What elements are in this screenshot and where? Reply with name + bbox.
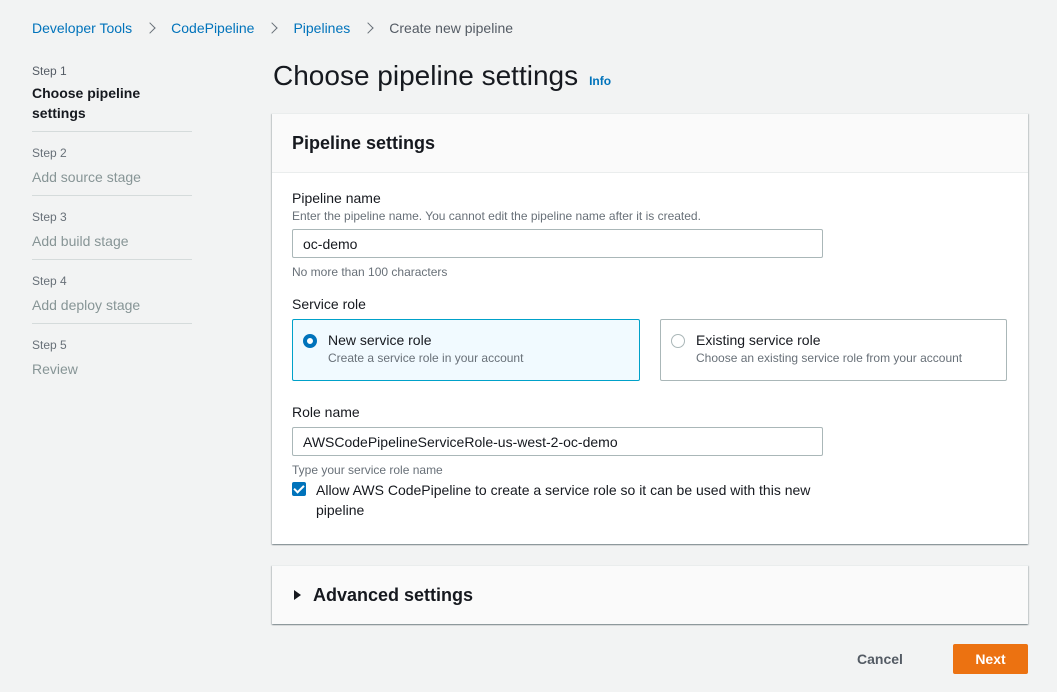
pipeline-settings-panel: Pipeline settings Pipeline name Enter th… (272, 113, 1028, 544)
allow-service-role-row: Allow AWS CodePipeline to create a servi… (292, 480, 1008, 520)
chevron-right-icon (144, 22, 156, 34)
breadcrumb-pipelines[interactable]: Pipelines (293, 20, 350, 36)
step-number: Step 4 (32, 274, 67, 288)
option-description: Choose an existing service role from you… (696, 351, 963, 365)
option-title: New service role (328, 332, 432, 348)
panel-title: Pipeline settings (292, 132, 436, 153)
step-3: Step 3 Add build stage (32, 209, 192, 260)
step-number: Step 2 (32, 146, 67, 160)
step-label: Add deploy stage (32, 297, 141, 313)
page-title: Choose pipeline settings (273, 60, 579, 91)
info-link[interactable]: Info (589, 74, 611, 88)
option-description: Create a service role in your account (328, 351, 524, 365)
cancel-button[interactable]: Cancel (838, 644, 922, 674)
panel-body: Pipeline name Enter the pipeline name. Y… (272, 173, 1028, 536)
service-role-label: Service role (292, 296, 366, 312)
step-number: Step 1 (32, 64, 67, 78)
role-name-input[interactable]: AWSCodePipelineServiceRole-us-west-2-oc-… (292, 427, 823, 456)
allow-service-role-checkbox[interactable] (292, 482, 306, 496)
checkbox-label: Allow AWS CodePipeline to create a servi… (316, 482, 811, 518)
role-name-label: Role name (292, 404, 360, 420)
breadcrumb-developer-tools[interactable]: Developer Tools (32, 20, 132, 36)
existing-service-role-option[interactable]: Existing service role Choose an existing… (660, 319, 1007, 381)
step-label: Choose pipeline settings (32, 85, 141, 121)
role-name-constraint: Type your service role name (292, 463, 443, 477)
chevron-right-icon (362, 22, 374, 34)
step-label: Review (32, 361, 78, 377)
step-number: Step 3 (32, 210, 67, 224)
breadcrumb-current: Create new pipeline (389, 20, 514, 36)
caret-right-icon (294, 590, 301, 600)
breadcrumb: Developer Tools CodePipeline Pipelines C… (32, 18, 513, 38)
next-button[interactable]: Next (953, 644, 1028, 674)
breadcrumb-codepipeline[interactable]: CodePipeline (171, 20, 254, 36)
step-1: Step 1 Choose pipeline settings (32, 63, 192, 132)
pipeline-name-label: Pipeline name (292, 190, 381, 206)
advanced-settings-title: Advanced settings (313, 584, 474, 605)
service-role-options: New service role Create a service role i… (292, 319, 1008, 381)
advanced-settings-expander[interactable]: Advanced settings (272, 565, 1028, 624)
pipeline-name-input[interactable]: oc-demo (292, 229, 823, 258)
new-service-role-option[interactable]: New service role Create a service role i… (292, 319, 640, 381)
option-title: Existing service role (696, 332, 821, 348)
radio-button-checked[interactable] (303, 334, 317, 348)
page-header: Choose pipeline settings Info (273, 60, 611, 92)
panel-header: Pipeline settings (272, 114, 1028, 173)
step-label: Add build stage (32, 233, 129, 249)
pipeline-name-constraint: No more than 100 characters (292, 265, 448, 279)
step-label: Add source stage (32, 169, 141, 185)
radio-button[interactable] (671, 334, 685, 348)
chevron-right-icon (266, 22, 279, 34)
step-5: Step 5 Review (32, 337, 192, 387)
pipeline-name-description: Enter the pipeline name. You cannot edit… (292, 209, 701, 223)
step-number: Step 5 (32, 338, 67, 352)
step-2: Step 2 Add source stage (32, 145, 192, 196)
step-4: Step 4 Add deploy stage (32, 273, 192, 324)
wizard-steps: Step 1 Choose pipeline settings Step 2 A… (32, 63, 192, 400)
